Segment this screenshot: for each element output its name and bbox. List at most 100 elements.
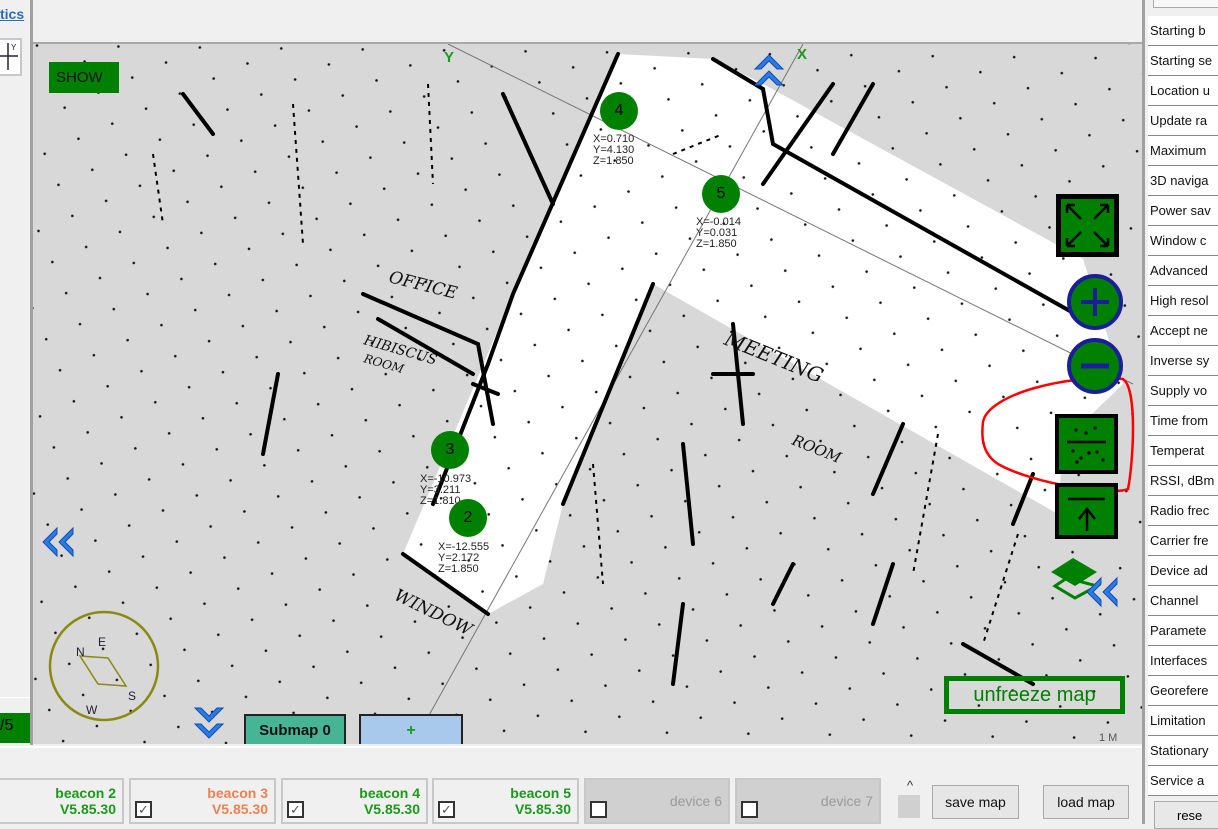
beacon-marker-4[interactable]: 4 [600,92,638,130]
device-card[interactable]: device 6 [584,778,730,824]
device-strip: beacon 2 V5.85.30 ✓ beacon 3 V5.85.30 ✓ beacon… [0,746,1142,824]
coord-z: Z=1.850 [438,563,479,575]
device-version: V5.85.30 [514,801,571,817]
property-item[interactable]: 3D naviga [1148,166,1218,196]
add-submap-button[interactable]: + [359,714,463,744]
property-item[interactable]: Supply vo [1148,376,1218,406]
zoom-out-button[interactable] [1067,338,1123,394]
device-version: V5.85.30 [59,801,116,817]
scroll-left-button[interactable] [39,524,79,564]
double-chevron-left-icon [1086,576,1118,608]
left-panel: tics Y /5 [0,0,33,745]
compass-e: E [98,635,106,649]
device-name: beacon 2 [55,785,116,801]
property-item[interactable]: Time from [1148,406,1218,436]
beacon-marker-3[interactable]: 3 [431,431,469,469]
beacon-marker-2[interactable]: 2 [449,499,487,537]
device-card[interactable]: ✓ beacon 3 V5.85.30 [129,778,276,824]
statistics-link[interactable]: tics [0,6,24,22]
double-chevron-left-icon [42,526,74,558]
beacon-coords-2: X=-12.555 Y=2.172 Z=1.850 [438,542,489,575]
property-item[interactable]: Stationary [1148,736,1218,766]
property-item[interactable]: High resol [1148,286,1218,316]
beacon-coords-4: X=0.710 Y=4.130 Z=1.850 [593,134,634,167]
property-item[interactable]: Starting se [1148,46,1218,76]
compass-n: N [76,645,85,659]
beacon-coords-5: X=-0.014 Y=0.031 Z=1.850 [696,217,741,250]
property-item[interactable]: Update ra [1148,106,1218,136]
submap-button[interactable]: Submap 0 [244,714,346,744]
reset-button[interactable]: rese [1154,801,1218,829]
property-item[interactable]: RSSI, dBm [1148,466,1218,496]
divider [0,697,30,698]
page-counter: /5 [0,713,30,743]
property-item[interactable]: Advanced [1148,256,1218,286]
double-chevron-up-icon [753,54,785,86]
property-item[interactable]: Radio frec [1148,496,1218,526]
move-up-button[interactable] [1055,483,1118,539]
property-item[interactable]: Georefere [1148,676,1218,706]
axis-label-x: X [797,46,807,63]
property-item[interactable]: Limitation [1148,706,1218,736]
svg-text:Y: Y [11,43,17,52]
scroll-thumb[interactable] [898,795,920,818]
arrow-up-icon [1068,497,1105,531]
save-map-button[interactable]: save map [932,785,1019,819]
expand-panel-button[interactable] [1083,574,1123,614]
plus-icon [1081,288,1109,316]
device-name: device 7 [820,793,873,809]
coord-z: Z=1.850 [696,238,737,250]
property-item[interactable]: Paramete [1148,616,1218,646]
property-item[interactable]: Location u [1148,76,1218,106]
axis-toggle-button[interactable]: Y [0,38,22,76]
property-item[interactable]: Temperat [1148,436,1218,466]
property-item[interactable]: Starting b [1148,16,1218,46]
device-name: device 6 [669,793,722,809]
axis-label-y: Y [444,49,454,66]
show-button[interactable]: SHOW [49,62,119,93]
device-name: beacon 3 [207,785,268,801]
device-checkbox[interactable]: ✓ [438,801,455,818]
scroll-up-button[interactable] [751,49,791,97]
property-item[interactable]: Channel [1148,586,1218,616]
device-card[interactable]: ✓ beacon 5 V5.85.30 [432,778,579,824]
property-list: Starting b Starting se Location u Update ra… [1148,16,1218,796]
fit-to-screen-button[interactable] [1056,194,1119,257]
scale-label: 1 M [1099,732,1118,744]
device-name: beacon 5 [510,785,571,801]
load-map-button[interactable]: load map [1043,785,1129,819]
floor-plan: OFFICE HIBISCUS ROOM MEETING ROOM WINDOW… [33,44,1142,744]
map-header-area [33,0,1142,44]
axis-icon: Y [0,43,18,70]
minus-icon [1081,363,1109,369]
device-checkbox[interactable] [590,801,607,818]
property-item[interactable]: Power sav [1148,196,1218,226]
double-chevron-down-icon [193,707,225,739]
point-filter-button[interactable] [1055,414,1118,474]
scroll-down-button[interactable] [191,704,231,744]
device-checkbox[interactable]: ✓ [135,801,152,818]
zoom-in-button[interactable] [1067,274,1123,330]
map-view[interactable]: OFFICE HIBISCUS ROOM MEETING ROOM WINDOW… [33,44,1142,744]
coord-z: Z=1.850 [593,155,634,167]
device-checkbox[interactable] [741,801,758,818]
unfreeze-map-button[interactable]: unfreeze map [944,676,1125,714]
property-item[interactable]: Carrier fre [1148,526,1218,556]
property-item[interactable]: Service a [1148,766,1218,796]
scatter-divider-icon [1067,426,1106,464]
device-card[interactable]: device 7 [735,778,881,824]
property-item[interactable]: Device ad [1148,556,1218,586]
property-item[interactable]: Interfaces [1148,646,1218,676]
device-card[interactable]: beacon 2 V5.85.30 [0,778,124,824]
beacon-marker-5[interactable]: 5 [702,175,740,213]
property-item[interactable]: Maximum [1148,136,1218,166]
device-card[interactable]: ✓ beacon 4 V5.85.30 [281,778,428,824]
property-item[interactable]: Window c [1148,226,1218,256]
property-item[interactable]: Accept ne [1148,316,1218,346]
property-item[interactable]: Inverse sy [1148,346,1218,376]
compass-w: W [86,703,98,717]
device-strip-scrollbar[interactable]: ^ [898,778,922,824]
device-checkbox[interactable]: ✓ [287,801,304,818]
properties-panel: Starting b Starting se Location u Update ra… [1142,0,1218,829]
caret-up-icon[interactable]: ^ [898,778,922,793]
